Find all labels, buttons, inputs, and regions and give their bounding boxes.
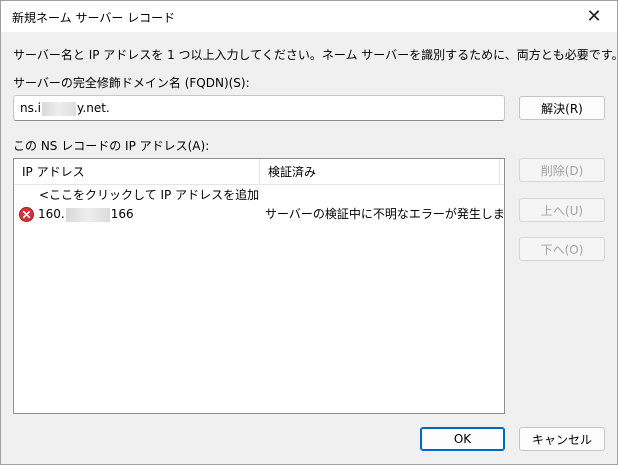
delete-button[interactable]: 削除(D) [519,158,605,182]
column-header-ip[interactable]: IP アドレス [14,159,260,185]
ip-prefix: 160. [38,207,65,221]
column-header-verified[interactable]: 検証済み [260,159,500,185]
ip-suffix: 166 [110,207,134,221]
fqdn-value-prefix: ns.i [20,101,42,115]
list-item-ip[interactable]: 160. 166 サーバーの検証中に不明なエラーが発生しました。 [14,204,504,224]
window-title: 新規ネーム サーバー レコード [12,11,176,25]
ok-button[interactable]: OK [420,427,505,451]
error-icon [19,207,34,222]
move-up-button[interactable]: 上へ(U) [519,198,605,222]
cancel-button[interactable]: キャンセル [519,427,605,451]
list-header: IP アドレス 検証済み [14,159,504,185]
ip-address-list[interactable]: IP アドレス 検証済み <ここをクリックして IP アドレスを追加してくださ.… [13,158,505,414]
dialog-window: 新規ネーム サーバー レコード ✕ サーバー名と IP アドレスを 1 つ以上入… [0,0,618,465]
title-bar: 新規ネーム サーバー レコード ✕ [1,1,617,32]
fqdn-value-suffix: y.net. [77,101,110,115]
fqdn-label: サーバーの完全修飾ドメイン名 (FQDN)(S): [13,76,250,90]
redacted-block [42,101,77,116]
close-button[interactable]: ✕ [571,1,617,32]
instruction-text: サーバー名と IP アドレスを 1 つ以上入力してください。ネーム サーバーを識… [13,48,618,62]
ip-address-value: 160. 166 [38,204,260,224]
resolve-button[interactable]: 解決(R) [519,96,605,120]
fqdn-input[interactable]: ns.i y.net. [13,95,505,121]
ip-list-label: この NS レコードの IP アドレス(A): [13,139,210,153]
list-item-add-placeholder[interactable]: <ここをクリックして IP アドレスを追加してくださ... [14,185,504,205]
add-ip-placeholder: <ここをクリックして IP アドレスを追加してくださ... [39,188,261,202]
verification-status: サーバーの検証中に不明なエラーが発生しました。 [265,207,503,221]
close-icon: ✕ [586,6,602,27]
redacted-block [65,207,110,222]
move-down-button[interactable]: 下へ(O) [519,237,605,261]
